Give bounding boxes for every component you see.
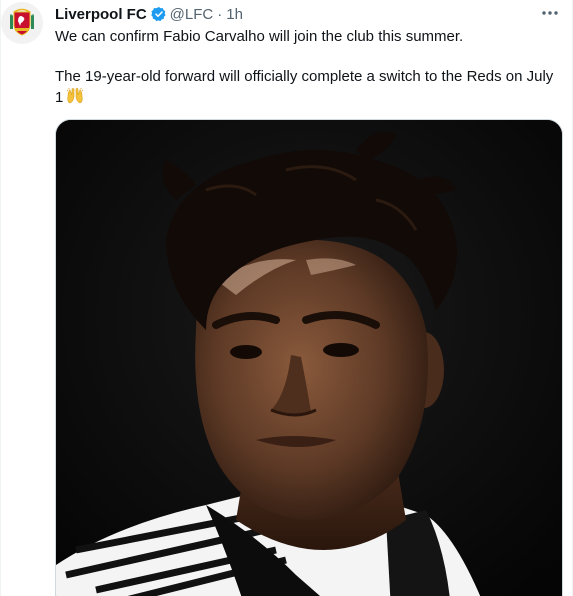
tweet-timestamp[interactable]: 1h <box>226 6 243 23</box>
author-handle[interactable]: @LFC <box>170 6 214 23</box>
avatar[interactable] <box>1 2 43 44</box>
tweet-paragraph-2: The 19-year-old forward will officially … <box>55 67 565 111</box>
raising-hands-emoji-icon <box>66 87 84 111</box>
liverpool-crest-icon <box>1 2 43 44</box>
more-options-icon[interactable] <box>538 4 562 22</box>
tweet-text: We can confirm Fabio Carvalho will join … <box>55 27 565 111</box>
tweet-paragraph-2-text: The 19-year-old forward will officially … <box>55 68 554 106</box>
tweet-header: Liverpool FC @LFC · 1h <box>55 4 243 24</box>
player-photo <box>56 120 562 596</box>
tweet-paragraph-1: We can confirm Fabio Carvalho will join … <box>55 28 464 45</box>
tweet[interactable]: Liverpool FC @LFC · 1h We can confirm Fa… <box>0 0 573 596</box>
separator-dot: · <box>217 5 223 23</box>
verified-badge-icon <box>150 6 167 22</box>
author-name[interactable]: Liverpool FC <box>55 6 147 23</box>
tweet-media-photo[interactable] <box>55 119 563 596</box>
